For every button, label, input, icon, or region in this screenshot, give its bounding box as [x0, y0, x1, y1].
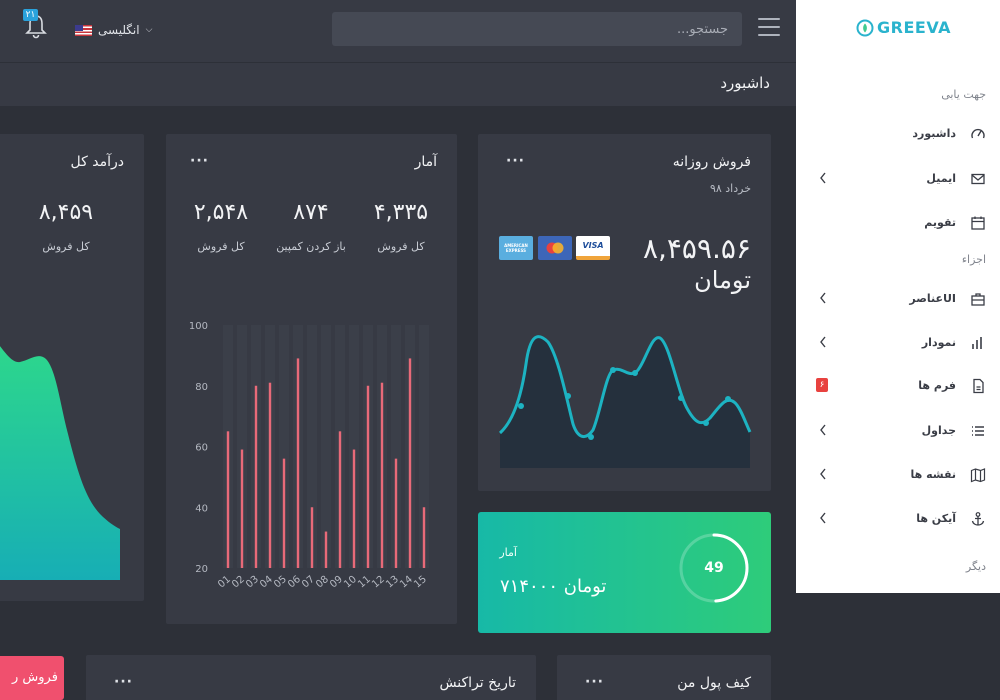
- wallet-card: کیف پول من ···: [557, 655, 771, 700]
- daily-sales-line-chart: [498, 335, 752, 468]
- total-revenue-card: درآمد کل ۸,۴۵۹ کل فروش: [0, 134, 144, 601]
- stats-card: آمار ··· ۴,۳۳۵ کل فروش ۸۷۴ باز کردن کمپی…: [166, 134, 457, 624]
- envelope-icon: [971, 173, 985, 185]
- search-input[interactable]: [332, 12, 742, 46]
- sidebar-item-calendar[interactable]: تقویم: [796, 206, 1000, 240]
- forms-count-badge: ۶: [816, 378, 828, 392]
- chevron-left-icon: [820, 468, 826, 480]
- bar-chart-icon: [972, 337, 982, 349]
- y-tick-label: 80: [195, 382, 208, 393]
- sidebar-item-label: نمودار: [921, 336, 956, 349]
- chevron-left-icon: [820, 424, 826, 436]
- list-icon: [972, 426, 984, 436]
- menu-toggle-icon[interactable]: [758, 18, 780, 36]
- sidebar-item-icons[interactable]: آیکن ها: [796, 502, 1000, 536]
- sidebar-item-label: فرم ها: [918, 379, 956, 392]
- calendar-icon: [971, 216, 985, 230]
- bar: [408, 358, 412, 568]
- sidebar-item-charts[interactable]: نمودار: [796, 326, 1000, 360]
- sidebar-item-label: جداول: [921, 424, 956, 437]
- bar: [296, 358, 300, 568]
- bar: [394, 458, 398, 568]
- bar-chart: 2040608010001020304050607080910111213141…: [189, 321, 429, 591]
- card-menu-icon[interactable]: ···: [114, 675, 133, 689]
- daily-sales-card: فروش روزانه ··· خرداد ۹۸ AMERICAN EXPRES…: [478, 134, 771, 491]
- page-header: داشبورد: [0, 62, 796, 106]
- revenue-area-chart: [0, 346, 120, 580]
- sidebar-item-label: داشبورد: [912, 127, 956, 140]
- stat-highlight-label: آمار: [499, 546, 517, 559]
- stat-highlight-value: ۷۱۴۰۰۰ تومان: [500, 576, 607, 597]
- card-menu-icon[interactable]: ···: [585, 675, 604, 689]
- sidebar-item-forms[interactable]: ۶ فرم ها: [796, 369, 1000, 403]
- x-tick-label: 15: [412, 574, 429, 591]
- chevron-left-icon: [820, 512, 826, 524]
- top-bar: ۲۱ انگلیسی ⌵: [0, 0, 796, 62]
- section-label-other: دیگر: [965, 560, 986, 573]
- bar: [268, 382, 272, 568]
- speedometer-icon: [971, 128, 985, 139]
- chevron-left-icon: [820, 336, 826, 348]
- sidebar-item-label: تقویم: [924, 216, 956, 229]
- bar: [380, 382, 384, 568]
- language-label: انگلیسی: [98, 23, 140, 37]
- y-tick-label: 20: [195, 564, 208, 575]
- bar: [310, 507, 314, 568]
- sales-tab-button[interactable]: فروش ر: [0, 656, 64, 700]
- stat-highlight-card: آمار ۷۱۴۰۰۰ تومان 49: [478, 512, 771, 633]
- section-label-navigation: جهت یابی: [941, 88, 986, 101]
- chevron-down-icon: ⌵: [145, 25, 153, 35]
- bar: [240, 449, 244, 568]
- sidebar-item-dashboard[interactable]: داشبورد: [796, 117, 1000, 151]
- briefcase-icon: [971, 293, 985, 306]
- brand-name: GREEVA: [877, 18, 951, 37]
- card-title: کیف پول من: [677, 675, 751, 691]
- page-title: داشبورد: [720, 74, 770, 92]
- card-title: تاریخ تراکنش: [439, 675, 516, 691]
- us-flag-icon: [75, 24, 92, 36]
- sidebar-item-label: نقشه ها: [910, 468, 957, 481]
- bar: [352, 449, 356, 568]
- sidebar-item-ui-elements[interactable]: عناصرUI: [796, 282, 1000, 316]
- bar: [366, 385, 370, 568]
- sidebar-item-label: ایمیل: [926, 172, 956, 185]
- y-tick-label: 60: [195, 443, 208, 454]
- sidebar-item-tables[interactable]: جداول: [796, 414, 1000, 448]
- notification-count-badge: ۲۱: [23, 9, 38, 21]
- bar: [226, 431, 230, 568]
- bar: [282, 458, 286, 568]
- anchor-icon: [971, 512, 985, 526]
- chevron-left-icon: [820, 292, 826, 304]
- bar: [338, 431, 342, 568]
- search-box[interactable]: [332, 12, 742, 46]
- language-selector[interactable]: انگلیسی ⌵: [75, 21, 152, 39]
- y-tick-label: 100: [189, 321, 208, 332]
- sidebar-item-email[interactable]: ایمیل: [796, 162, 1000, 196]
- section-label-components: اجزاء: [961, 253, 986, 266]
- bar: [422, 507, 426, 568]
- progress-ring-value: 49: [704, 560, 724, 576]
- transactions-card: تاریخ تراکنش ···: [86, 655, 536, 700]
- file-icon: [973, 378, 984, 394]
- brand-logo[interactable]: GREEVA: [856, 18, 951, 37]
- bar: [254, 385, 258, 568]
- brand-logo-icon: [856, 19, 874, 36]
- chevron-left-icon: [820, 172, 826, 184]
- map-icon: [970, 468, 986, 483]
- sidebar: GREEVA جهت یابی داشبورد ایمیل تقویم اجزا…: [796, 0, 1000, 593]
- sidebar-item-label: آیکن ها: [916, 512, 956, 525]
- y-tick-label: 40: [195, 503, 208, 514]
- sidebar-item-label: عناصرUI: [909, 292, 956, 305]
- sidebar-item-maps[interactable]: نقشه ها: [796, 458, 1000, 492]
- bar: [324, 531, 328, 568]
